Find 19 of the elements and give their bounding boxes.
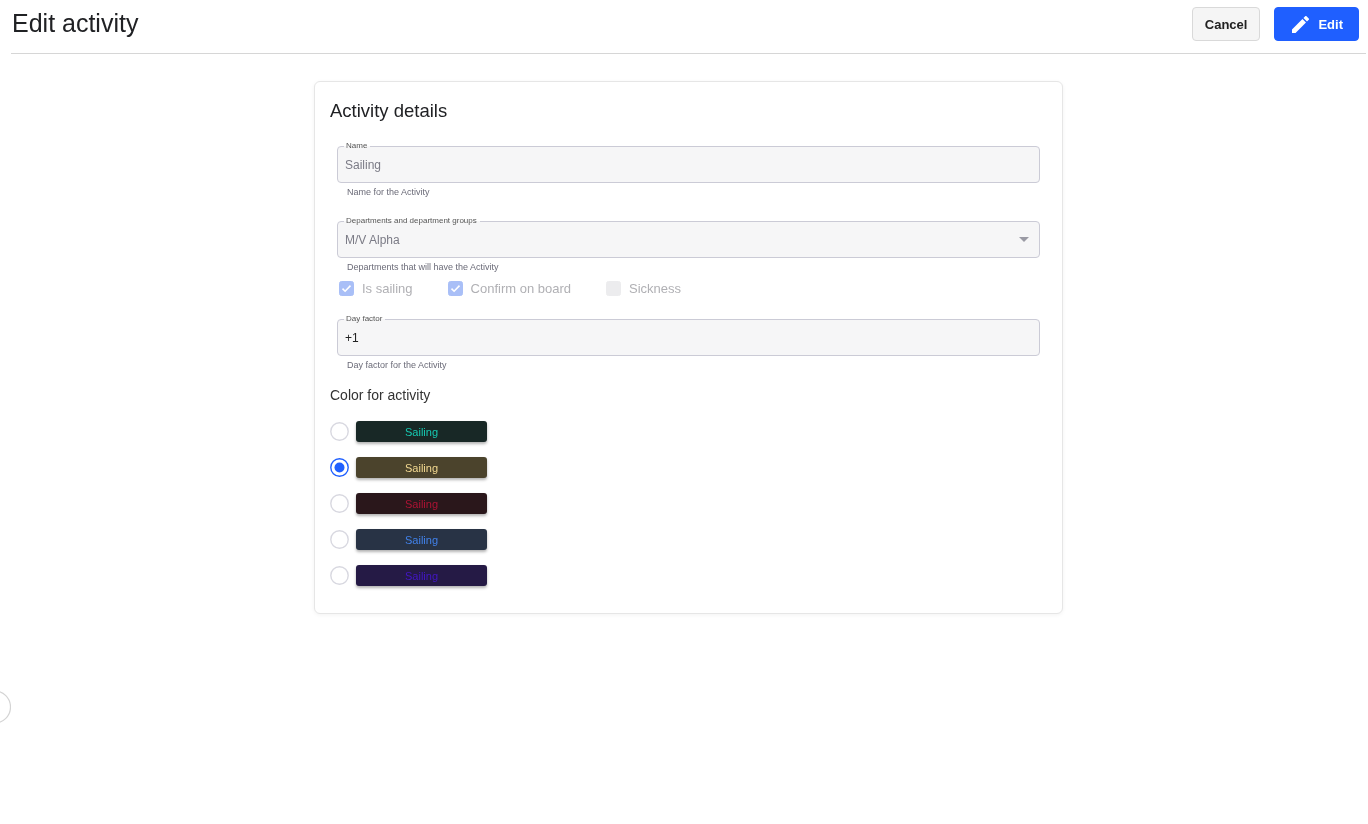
pencil-icon xyxy=(1292,15,1310,33)
activity-color-chip[interactable]: Sailing xyxy=(356,421,487,442)
radio-button[interactable] xyxy=(330,458,349,477)
section-title: Color for activity xyxy=(330,386,432,404)
card-title: Activity details xyxy=(330,99,449,123)
activity-color-chip[interactable]: Sailing xyxy=(356,457,487,478)
helper-text: Departments that will have the Activity xyxy=(346,261,499,273)
field-label: Departments and department groups xyxy=(344,216,480,226)
helper-text: Name for the Activity xyxy=(346,186,430,198)
cancel-button[interactable]: Cancel xyxy=(1191,7,1261,41)
field-label: Day factor xyxy=(344,314,386,324)
caret-icon xyxy=(1019,237,1029,242)
round-edge-button[interactable] xyxy=(0,690,11,724)
helper-text: Day factor for the Activity xyxy=(346,359,447,371)
activity-color-chip[interactable]: Sailing xyxy=(356,493,487,514)
edit-button[interactable]: Edit xyxy=(1274,7,1359,41)
field-label: Name xyxy=(344,141,371,151)
activity-color-chip[interactable]: Sailing xyxy=(356,529,487,550)
page-title: Edit activity xyxy=(12,8,139,38)
